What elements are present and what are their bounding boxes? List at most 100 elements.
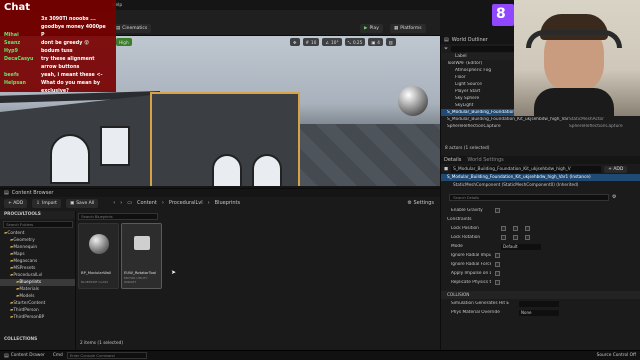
property-checkbox[interactable]: [495, 271, 500, 276]
twitch-viewer-count: 8: [496, 6, 506, 22]
add-button[interactable]: + ADD: [4, 198, 28, 208]
component-child-item[interactable]: StaticMeshComponent (StaticMeshComponent…: [441, 181, 640, 189]
property-row: Mode Default: [441, 242, 640, 251]
property-checkbox[interactable]: [495, 253, 500, 258]
property-label: Simulation Generates Hit E: [451, 301, 510, 306]
folder-tree-item[interactable]: ▰ Materials: [0, 286, 75, 293]
details-settings-icon[interactable]: ⚙: [612, 194, 616, 200]
content-drawer-button[interactable]: Content Drawer: [11, 353, 45, 358]
tree-header[interactable]: PROCLVLTOOLS: [0, 211, 75, 219]
collision-section-header[interactable]: COLLISION: [441, 291, 640, 299]
property-checkbox[interactable]: [495, 208, 500, 213]
forward-arrow-icon[interactable]: ›: [120, 200, 122, 206]
property-label: Replicate Physics to Autono: [451, 280, 491, 285]
asset-tile-selected[interactable]: EUW_RotatorTool EDITOR UTILITY WIDGET: [121, 223, 162, 289]
content-browser-panel: ▤ Content Browser + ADD ⇩ Import ▣ Save Al…: [0, 188, 440, 351]
folder-tree-item[interactable]: ▰ Blueprints: [0, 279, 75, 286]
chat-username: beefs: [4, 72, 19, 78]
mode-dropdown[interactable]: Default: [501, 243, 541, 250]
actor-name-field[interactable]: S_Modular_Building_Foundation_Kit_ukjseh…: [451, 165, 602, 173]
grid-snap-button[interactable]: #10: [302, 38, 320, 46]
cinematics-button[interactable]: ▤ Cinematics: [112, 24, 152, 33]
folder-tree-item[interactable]: ▰ ThirdPersonBP: [0, 314, 75, 321]
axis-lock-checkbox[interactable]: [501, 235, 506, 240]
back-arrow-icon[interactable]: ‹: [113, 200, 115, 206]
chat-message: Helpsan What do you mean by: [0, 79, 116, 87]
property-row: Ignore Radial Force: [441, 260, 640, 269]
folder-tree-panel: PROCLVLTOOLS ▰ Content▰ Geometry▰ Manneq…: [0, 211, 76, 351]
camera-speed-button[interactable]: ▣ 4: [368, 38, 383, 46]
filter-icon[interactable]: ⏷: [444, 46, 448, 52]
property-value[interactable]: None: [519, 309, 559, 316]
folder-tree-item[interactable]: ▰ Geometry: [0, 237, 75, 244]
outliner-item-type: SphereReflectionCapture: [569, 124, 623, 129]
folder-tree-item[interactable]: ▰ ThirdPerson: [0, 307, 75, 314]
breadcrumb-blueprints[interactable]: Blueprints: [215, 200, 240, 206]
import-button[interactable]: ⇩ Import: [32, 198, 61, 208]
property-checkbox[interactable]: [495, 280, 500, 285]
collision-properties: Simulation Generates Hit E Phys Material …: [441, 299, 640, 317]
axis-lock-checkbox[interactable]: [501, 226, 506, 231]
axis-lock-checkbox[interactable]: [513, 235, 518, 240]
outliner-tab[interactable]: World Outliner: [452, 37, 488, 43]
play-button[interactable]: ▶ Play: [360, 24, 383, 33]
scale-snap-button[interactable]: ⤡ 0.25: [344, 38, 366, 46]
property-label: Lock Rotation: [451, 235, 481, 240]
folder-tree-item[interactable]: ▰ Maps: [0, 251, 75, 258]
widget-thumbnail-icon: [134, 236, 150, 250]
console-input[interactable]: [66, 352, 147, 359]
tab-world-settings[interactable]: World Settings: [467, 157, 503, 163]
property-value[interactable]: [519, 300, 559, 307]
settings-button[interactable]: ⚙ Settings: [407, 200, 434, 206]
property-row: Lock Rotation: [441, 233, 640, 242]
window-arch: [212, 154, 242, 186]
platforms-button[interactable]: ▦ Platforms: [390, 24, 426, 33]
axis-lock-checkbox[interactable]: [525, 235, 530, 240]
building-wall-left[interactable]: [0, 94, 160, 186]
property-label: Mode: [451, 244, 463, 249]
outliner-item[interactable]: SphereReflectionCapture SphereReflectionC…: [441, 123, 640, 130]
folder-tree-item[interactable]: ▰ Models: [0, 293, 75, 300]
folder-tree-item[interactable]: ▰ Megascans: [0, 258, 75, 265]
property-row: Ignore Radial Impulse: [441, 251, 640, 260]
search-folders-input[interactable]: [3, 221, 73, 228]
folder-tree-item[interactable]: ▰ Content: [0, 230, 75, 237]
asset-search-input[interactable]: [78, 213, 158, 220]
translate-tool-icon[interactable]: ✥: [290, 38, 300, 46]
component-root-item[interactable]: S_Modular_Building_Foundation_Kit_ukjseh…: [441, 174, 640, 181]
asset-tile[interactable]: BP_ModularWall BLUEPRINT CLASS: [78, 223, 119, 289]
breadcrumb-content[interactable]: Content: [137, 200, 157, 206]
angle-icon: ∠: [325, 39, 330, 45]
chat-username: Mihai: [4, 32, 19, 38]
breadcrumb-procedurallvl[interactable]: ProceduralLvl: [169, 200, 203, 206]
scale-icon: ⤡: [347, 39, 351, 45]
collections-header[interactable]: COLLECTIONS: [4, 337, 37, 342]
axis-lock-checkbox[interactable]: [525, 226, 530, 231]
rotation-snap-button[interactable]: ∠ 10°: [322, 38, 342, 46]
save-all-button[interactable]: ▣ Save All: [65, 198, 99, 208]
save-icon: ▣: [69, 200, 75, 206]
content-browser-tab[interactable]: Content Browser: [12, 190, 54, 196]
property-row: Simulation Generates Hit E: [441, 299, 640, 308]
shirt-shape: [534, 88, 614, 116]
outliner-item[interactable]: S_Modular_Building_Foundation_Kit_ukjseh…: [441, 116, 640, 123]
chat-message: beefs yeah, i meant these <-: [0, 71, 116, 79]
webcam-feed: [514, 0, 640, 116]
folder-tree-item[interactable]: ▰ Mannequin: [0, 244, 75, 251]
folder-tree-item[interactable]: ▰ StarterContent: [0, 300, 75, 307]
building-wall-selected[interactable]: [150, 92, 300, 186]
folder-tree-item[interactable]: ▰ ProceduralLvl: [0, 272, 75, 279]
cmd-button[interactable]: Cmd: [53, 353, 63, 358]
outliner-item-label: S_Modular_Building_Foundation_Kit_ukjseh…: [447, 117, 569, 122]
details-search-input[interactable]: [449, 193, 609, 201]
folder-tree-item[interactable]: ▰ MSPresets: [0, 265, 75, 272]
tab-details[interactable]: Details: [444, 157, 461, 163]
axis-lock-checkbox[interactable]: [513, 226, 518, 231]
source-control-button[interactable]: Source Control Off: [597, 353, 636, 358]
add-component-button[interactable]: + ADD: [604, 165, 628, 173]
content-footer: 2 items (1 selected): [80, 341, 124, 346]
viewport-mode-button[interactable]: High: [116, 38, 132, 46]
property-checkbox[interactable]: [495, 262, 500, 267]
layout-icon[interactable]: ▥: [385, 38, 396, 46]
folder-label: ThirdPerson: [13, 308, 39, 313]
